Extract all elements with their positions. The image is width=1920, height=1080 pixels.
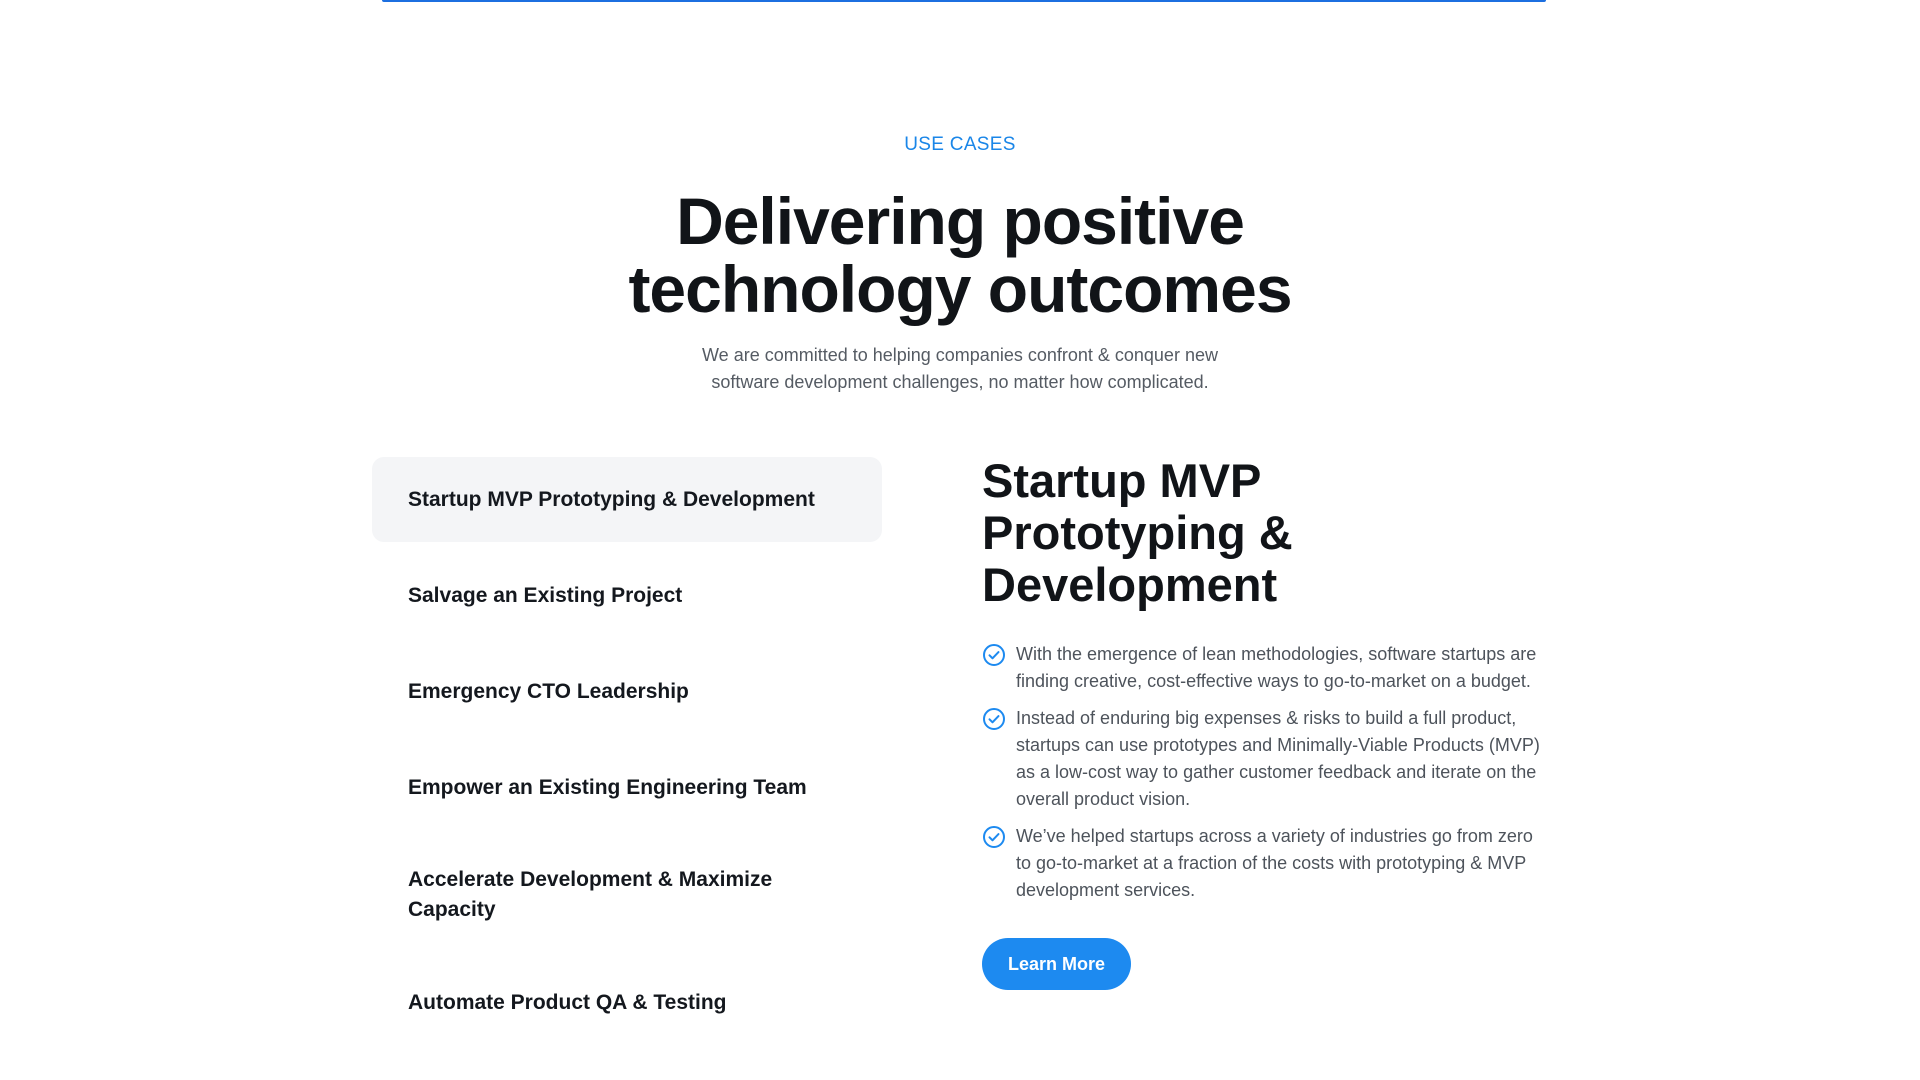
use-case-tab-empower-team[interactable]: Empower an Existing Engineering Team [372, 745, 882, 830]
use-case-tab-accelerate-development[interactable]: Accelerate Development & Maximize Capaci… [372, 841, 882, 949]
use-case-detail-panel: Startup MVP Prototyping & Development Wi… [982, 455, 1552, 990]
section-eyebrow: USE CASES [904, 134, 1016, 155]
check-circle-icon [983, 708, 1005, 730]
use-case-tab-automate-qa[interactable]: Automate Product QA & Testing [372, 960, 882, 1045]
top-divider [382, 0, 1546, 2]
use-case-tab-label: Empower an Existing Engineering Team [408, 775, 807, 799]
detail-title: Startup MVP Prototyping & Development [982, 454, 1293, 611]
use-case-tab-salvage-project[interactable]: Salvage an Existing Project [372, 553, 882, 638]
use-case-tab-startup-mvp[interactable]: Startup MVP Prototyping & Development [372, 457, 882, 542]
headline-line-2: technology outcomes [628, 252, 1292, 326]
detail-bullet-text: With the emergence of lean methodologies… [1016, 644, 1537, 691]
use-case-tab-label: Startup MVP Prototyping & Development [408, 487, 815, 511]
detail-bullet-text: Instead of enduring big expenses & risks… [1016, 708, 1540, 809]
section-headline: Delivering positive technology outcomes [0, 187, 1920, 323]
use-case-tab-label: Salvage an Existing Project [408, 583, 683, 607]
learn-more-button[interactable]: Learn More [982, 938, 1132, 990]
check-circle-icon [983, 826, 1005, 848]
check-circle-icon [983, 644, 1005, 666]
use-case-tab-label: Emergency CTO Leadership [408, 679, 689, 703]
use-case-tab-emergency-cto[interactable]: Emergency CTO Leadership [372, 649, 882, 734]
detail-bullet-list: With the emergence of lean methodologies… [982, 641, 1552, 904]
detail-bullet-text: We’ve helped startups across a variety o… [1016, 826, 1533, 900]
use-case-tab-label: Automate Product QA & Testing [408, 990, 727, 1014]
subtitle-line-2: software development challenges, no matt… [711, 372, 1209, 392]
detail-bullet: We’ve helped startups across a variety o… [982, 823, 1552, 904]
subtitle-line-1: We are committed to helping companies co… [702, 345, 1218, 365]
use-case-tab-label: Accelerate Development & Maximize Capaci… [408, 868, 773, 921]
detail-bullet: Instead of enduring big expenses & risks… [982, 705, 1552, 813]
detail-bullet: With the emergence of lean methodologies… [982, 641, 1552, 695]
headline-line-1: Delivering positive [676, 184, 1245, 258]
section-subtitle: We are committed to helping companies co… [0, 342, 1920, 396]
use-case-menu: Startup MVP Prototyping & Development Sa… [372, 457, 882, 1056]
